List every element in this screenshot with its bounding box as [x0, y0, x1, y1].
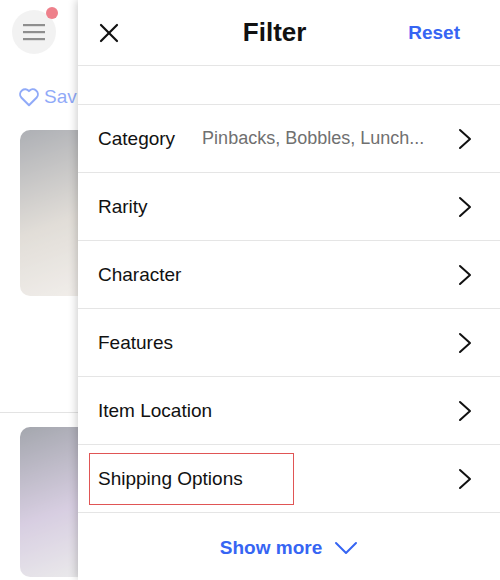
reset-button[interactable]: Reset — [408, 22, 460, 44]
show-more-button[interactable]: Show more — [212, 533, 366, 563]
filter-row[interactable]: Category Pinbacks, Bobbles, Lunch... — [78, 105, 500, 173]
chevron-right-icon — [458, 128, 472, 150]
overlay[interactable] — [0, 0, 78, 580]
chevron-right-icon — [458, 400, 472, 422]
filter-row[interactable]: Rarity — [78, 173, 500, 241]
filter-label: Shipping Options — [89, 453, 294, 505]
filter-panel: Filter Reset Category Pinbacks, Bobbles,… — [78, 0, 500, 580]
filter-label: Category — [89, 113, 184, 165]
background-page: Sav — [0, 0, 78, 580]
close-icon — [99, 23, 119, 43]
filter-row[interactable]: Features — [78, 309, 500, 377]
filter-row[interactable]: Shipping Options — [78, 445, 500, 513]
filter-label: Features — [89, 317, 182, 369]
filter-list: Category Pinbacks, Bobbles, Lunch... Rar… — [78, 104, 500, 513]
page: Sav Filter Reset Category Pinbacks, Bobb… — [0, 0, 500, 580]
filter-row[interactable]: Item Location — [78, 377, 500, 445]
chevron-down-icon — [334, 541, 358, 555]
filter-label: Rarity — [89, 181, 157, 233]
filter-label: Character — [89, 249, 190, 301]
filter-label: Item Location — [89, 385, 221, 437]
close-button[interactable] — [97, 21, 121, 45]
filter-value: Pinbacks, Bobbles, Lunch... — [202, 128, 440, 149]
chevron-right-icon — [458, 468, 472, 490]
chevron-right-icon — [458, 332, 472, 354]
chevron-right-icon — [458, 264, 472, 286]
filter-row[interactable]: Character — [78, 241, 500, 309]
title: Filter — [121, 17, 408, 48]
header: Filter Reset — [78, 0, 500, 66]
chevron-right-icon — [458, 196, 472, 218]
